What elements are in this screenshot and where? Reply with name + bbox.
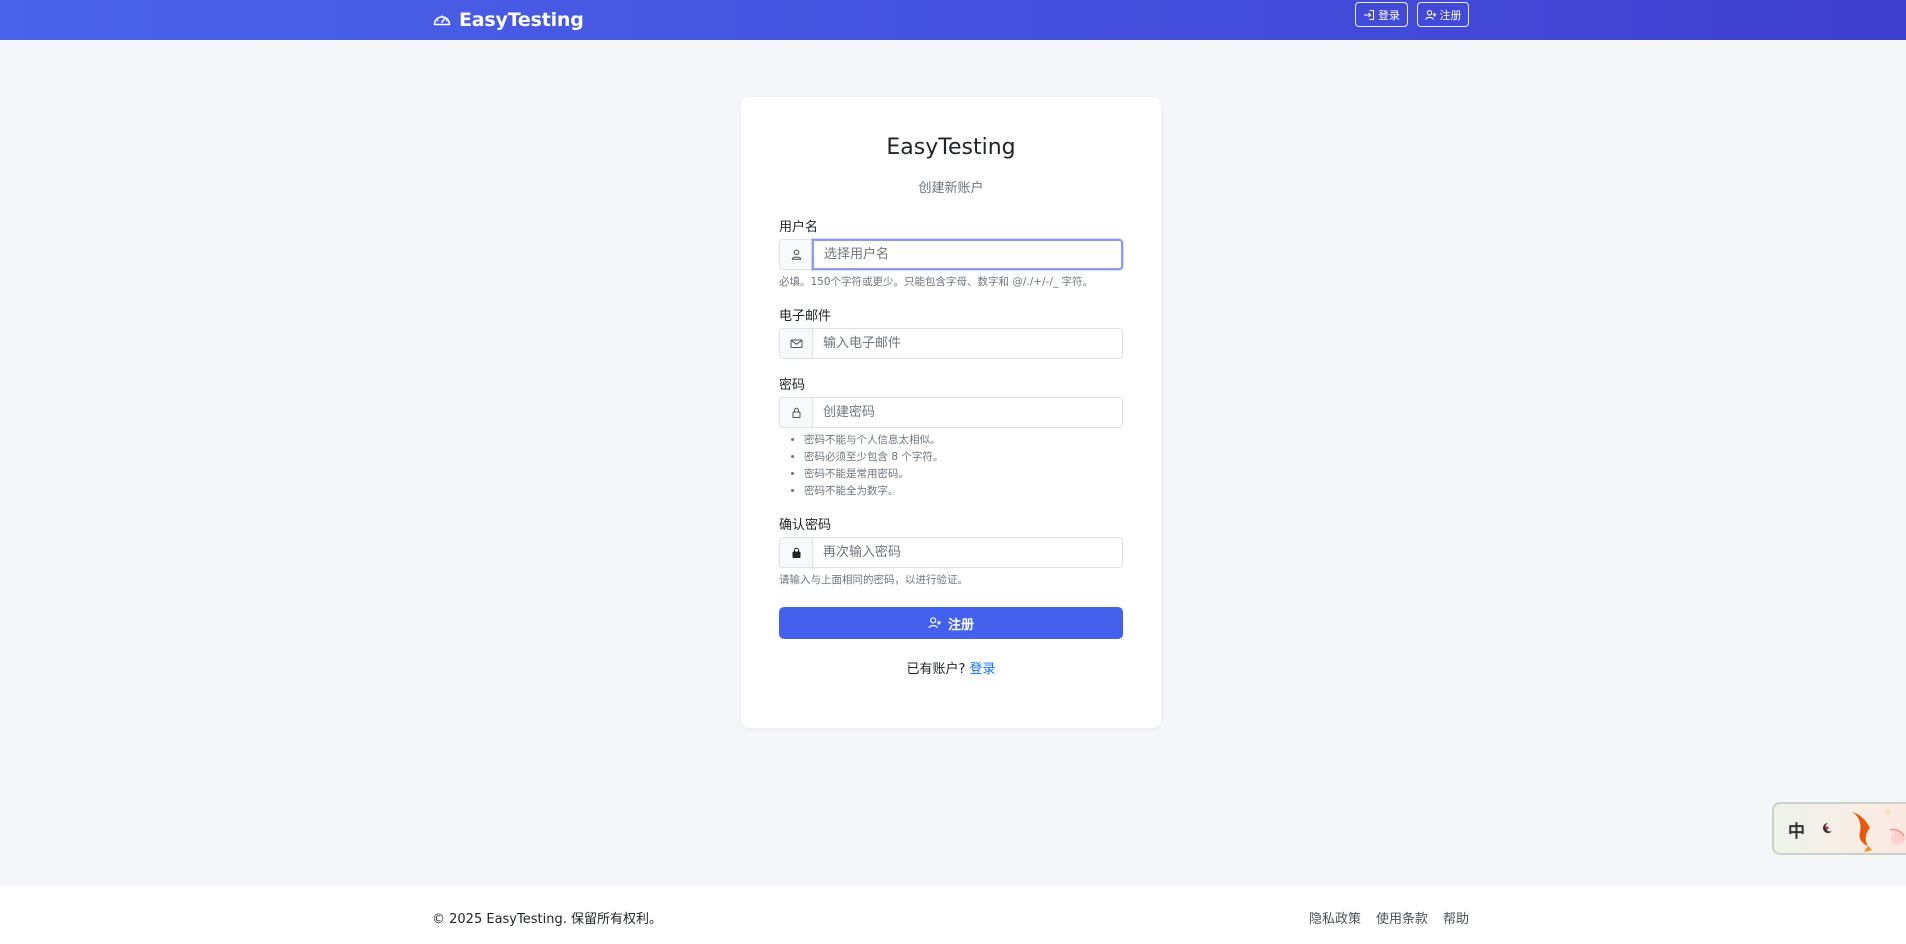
speedometer-icon <box>433 15 451 26</box>
privacy-policy-link[interactable]: 隐私政策 <box>1309 908 1361 927</box>
nav-login-button[interactable]: 登录 <box>1355 2 1408 27</box>
register-card: EasyTesting 创建新账户 用户名 必填。150个字符或更少。只能包含字… <box>741 97 1161 728</box>
lock-icon <box>779 397 812 428</box>
email-input[interactable] <box>812 328 1123 359</box>
footer-links: 隐私政策 使用条款 帮助 <box>1309 908 1469 927</box>
password-input[interactable] <box>812 397 1123 428</box>
footer: © 2025 EasyTesting. 保留所有权利。 隐私政策 使用条款 帮助 <box>0 886 1906 944</box>
confirm-password-input[interactable] <box>812 537 1123 568</box>
card-title: EasyTesting <box>886 135 1016 160</box>
confirm-password-help-text: 请输入与上面相同的密码，以进行验证。 <box>779 574 968 586</box>
password-rule: 密码不能全为数字。 <box>804 483 943 500</box>
password-rules-list: 密码不能与个人信息太相似。 密码必须至少包含 8 个字符。 密码不能是常用密码。… <box>804 432 943 500</box>
register-submit-button[interactable]: 注册 <box>779 607 1123 639</box>
card-subtitle: 创建新账户 <box>918 181 984 196</box>
login-link[interactable]: 登录 <box>970 662 996 677</box>
brand-name: EasyTesting <box>459 9 584 31</box>
brand-link[interactable]: EasyTesting <box>432 5 584 35</box>
email-input-group <box>779 328 1123 359</box>
username-help-text: 必填。150个字符或更少。只能包含字母、数字和 @/./+/-/_ 字符。 <box>779 276 1094 288</box>
password-rule: 密码不能是常用密码。 <box>804 466 943 483</box>
copyright-text: © 2025 EasyTesting. 保留所有权利。 <box>432 912 662 927</box>
navbar: EasyTesting 登录 注册 <box>0 0 1906 40</box>
nav-register-button[interactable]: 注册 <box>1417 2 1469 27</box>
username-label: 用户名 <box>779 220 819 235</box>
password-label: 密码 <box>779 378 806 393</box>
lock-fill-icon <box>779 537 812 568</box>
confirm-password-input-group <box>779 537 1123 568</box>
person-add-icon <box>1424 9 1436 20</box>
koi-fish-icon <box>1852 809 1905 852</box>
have-account-text: 已有账户? <box>906 662 966 677</box>
language-switcher-widget[interactable]: 中 <box>1772 802 1906 855</box>
person-add-icon <box>928 617 941 629</box>
envelope-icon <box>779 328 812 359</box>
register-submit-label: 注册 <box>947 617 974 633</box>
nav-register-label: 注册 <box>1439 8 1462 22</box>
confirm-password-label: 确认密码 <box>779 518 832 533</box>
moon-dot-icon <box>1823 823 1832 833</box>
email-label: 电子邮件 <box>779 309 832 324</box>
nav-login-label: 登录 <box>1378 8 1400 22</box>
password-input-group <box>779 397 1123 428</box>
help-link[interactable]: 帮助 <box>1443 908 1469 927</box>
password-rule: 密码必须至少包含 8 个字符。 <box>804 449 943 466</box>
username-input[interactable] <box>812 239 1123 270</box>
have-account-line: 已有账户? 登录 <box>741 658 1161 677</box>
person-icon <box>779 239 812 270</box>
password-rule: 密码不能与个人信息太相似。 <box>804 432 943 449</box>
login-icon <box>1364 9 1375 20</box>
terms-of-use-link[interactable]: 使用条款 <box>1376 908 1428 927</box>
username-input-group <box>779 239 1123 270</box>
language-char: 中 <box>1788 822 1805 842</box>
